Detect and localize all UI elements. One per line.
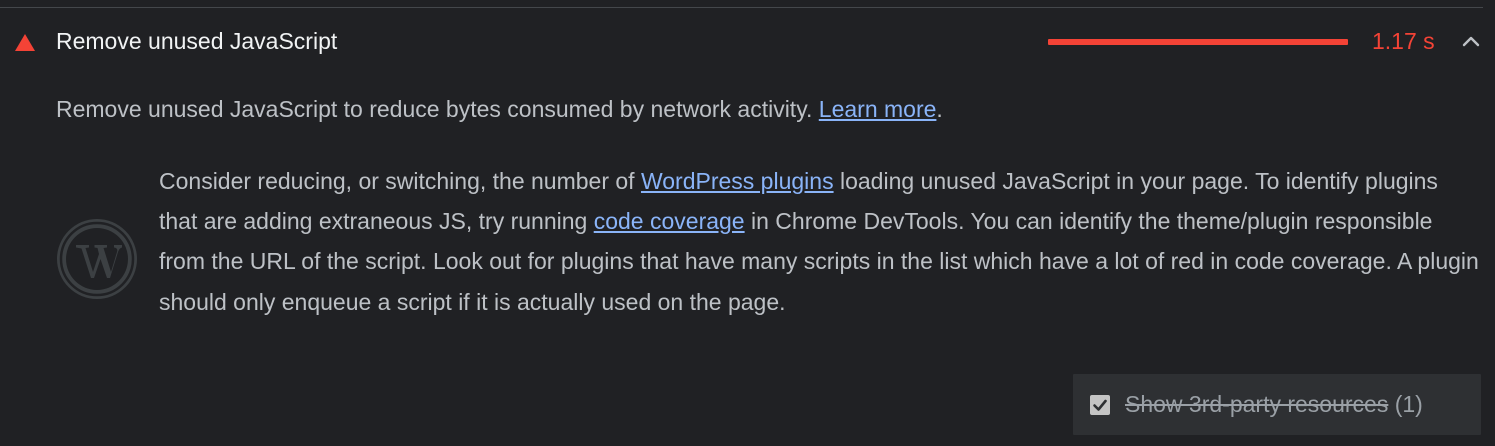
third-party-count: (1): [1394, 391, 1423, 417]
stack-pack-advice: Consider reducing, or switching, the num…: [56, 161, 1479, 361]
description-suffix: .: [936, 96, 943, 122]
code-coverage-link[interactable]: code coverage: [594, 208, 745, 234]
third-party-label[interactable]: Show 3rd-party resources (1): [1125, 391, 1423, 418]
audit-description: Remove unused JavaScript to reduce bytes…: [56, 96, 1476, 123]
savings-bar-fill: [1048, 39, 1348, 45]
third-party-checkbox[interactable]: [1090, 395, 1110, 415]
learn-more-link[interactable]: Learn more: [819, 96, 937, 122]
wordpress-plugins-link[interactable]: WordPress plugins: [641, 168, 834, 194]
savings-bar: [1048, 39, 1348, 45]
third-party-label-text: Show 3rd-party resources: [1125, 391, 1389, 417]
fail-triangle-icon: [15, 34, 35, 51]
description-text: Remove unused JavaScript to reduce bytes…: [56, 96, 819, 122]
audit-title: Remove unused JavaScript: [56, 28, 338, 54]
third-party-filter[interactable]: Show 3rd-party resources (1): [1073, 374, 1481, 435]
stack-pack-text-1: Consider reducing, or switching, the num…: [159, 168, 641, 194]
audit-remove-unused-javascript: Remove unused JavaScript 1.17 s Remove u…: [0, 0, 1495, 446]
savings-value: 1.17 s: [1372, 28, 1435, 54]
chevron-up-icon[interactable]: [1461, 29, 1481, 53]
divider: [0, 7, 1483, 8]
wordpress-icon: [56, 218, 138, 300]
audit-header[interactable]: Remove unused JavaScript 1.17 s: [0, 20, 1495, 66]
stack-pack-text: Consider reducing, or switching, the num…: [159, 161, 1479, 322]
